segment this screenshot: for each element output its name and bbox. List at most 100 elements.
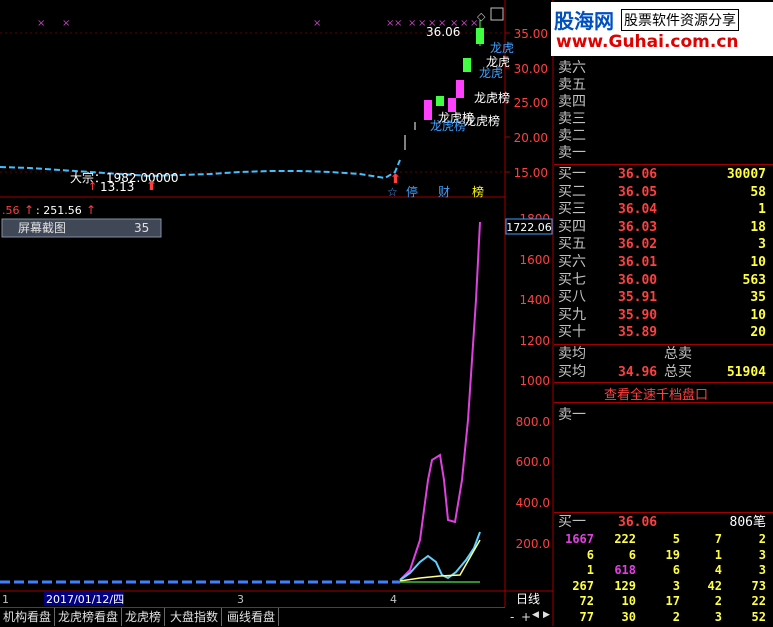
indicator-axis-tick: 1200 <box>519 334 550 348</box>
current-price-label: 36.06 <box>426 25 460 39</box>
indicator-axis-tick: 800.0 <box>516 415 550 429</box>
queue-order-size: 267 <box>572 578 594 593</box>
bid-volume: 10 <box>750 307 766 323</box>
total-bid-volume: 51904 <box>726 365 766 380</box>
dragon-tiger-tag: 龙虎 <box>479 66 503 80</box>
svg-text:×: × <box>37 18 45 29</box>
period-label[interactable]: 日线 <box>516 592 540 606</box>
bid-label: 买一 <box>558 166 586 182</box>
zoom-in-button[interactable]: + <box>521 610 531 624</box>
queue-order-size: 618 <box>614 563 636 577</box>
ask-row[interactable]: 卖一 <box>556 145 770 162</box>
ask-average-label: 卖均 <box>558 346 586 362</box>
divider <box>554 164 773 165</box>
low-marker-icon: ↑ <box>88 180 97 193</box>
price-axis-tick: 30.00 <box>514 62 548 76</box>
bid-volume: 3 <box>758 237 766 253</box>
tab-dragon-tiger[interactable]: 龙虎榜 <box>122 608 166 626</box>
ask-label: 卖二 <box>558 128 586 144</box>
queue-order-size: 3 <box>758 563 766 577</box>
queue-order-size: 3 <box>758 547 766 562</box>
bid-row[interactable]: 买八 35.91 35 <box>556 289 770 306</box>
brand-logo: 股海网 股票软件资源分享 www.Guhai.com.cn <box>551 2 773 56</box>
bid-label: 买六 <box>558 254 586 270</box>
current-indicator-value: 1722.06 <box>506 221 552 234</box>
bid-price: 35.90 <box>618 307 658 323</box>
tab-institution[interactable]: 机构看盘 <box>0 608 56 626</box>
indicator-axis-tick: 1000 <box>519 374 550 388</box>
indicator-axis-tick: 400.0 <box>516 496 550 510</box>
divider <box>554 344 773 345</box>
queue-order-size: 1667 <box>565 532 594 546</box>
bid-row[interactable]: 买三 36.04 1 <box>556 201 770 218</box>
queue-order-size: 1 <box>714 547 722 562</box>
signal-markers: × × × × × × × × × × × × <box>37 18 478 29</box>
bid-row[interactable]: 买九 35.90 10 <box>556 307 770 324</box>
ask-label: 卖六 <box>558 60 586 76</box>
queue-order-size: 6 <box>586 547 594 562</box>
marker-list: 榜 <box>472 184 484 199</box>
bid-volume: 20 <box>750 325 766 341</box>
bid-label: 买三 <box>558 201 586 218</box>
scroll-left-button[interactable]: ◀ <box>532 610 539 620</box>
bid-label: 买九 <box>558 306 586 323</box>
ask-row[interactable]: 卖三 <box>556 111 770 128</box>
queue-order-size: 3 <box>672 578 680 593</box>
indicator-axis-tick: 200.0 <box>516 537 550 551</box>
bid-row[interactable]: 买六 36.01 10 <box>556 254 770 271</box>
price-axis-tick: 25.00 <box>514 96 548 110</box>
queue-order-size: 4 <box>714 563 722 577</box>
queue-order-size: 3 <box>714 609 722 624</box>
bid-row[interactable]: 买一 36.06 30007 <box>556 166 770 183</box>
tab-drawing[interactable]: 画线看盘 <box>224 608 280 626</box>
ask-row[interactable]: 卖四 <box>556 94 770 111</box>
queue-buy-row: 买一 36.06 806笔 <box>556 514 770 531</box>
scroll-right-button[interactable]: ▶ <box>543 610 550 620</box>
price-axis-tick: 15.00 <box>514 166 548 180</box>
ask-row[interactable]: 卖五 <box>556 77 770 94</box>
dragon-tiger-tag: 龙虎榜 <box>464 113 500 128</box>
bid-price: 36.05 <box>618 184 658 200</box>
tab-market-index[interactable]: 大盘指数 <box>167 608 223 626</box>
dragon-tiger-tag: 龙虎榜 <box>430 118 466 133</box>
price-line <box>0 159 401 180</box>
maximize-icon[interactable] <box>490 7 504 21</box>
queue-buy-label: 买一 <box>558 514 586 530</box>
queue-order-size: 52 <box>751 609 766 624</box>
ask-row[interactable]: 卖二 <box>556 128 770 145</box>
dragon-tiger-tag: 龙虎 <box>490 41 514 55</box>
bid-price: 35.91 <box>618 290 658 306</box>
bid-label: 买八 <box>558 289 586 306</box>
bid-price: 36.02 <box>618 237 658 253</box>
bid-row[interactable]: 买五 36.02 3 <box>556 236 770 253</box>
full-depth-link[interactable]: 查看全速千档盘口 <box>604 384 708 403</box>
bid-row[interactable]: 买四 36.03 18 <box>556 219 770 236</box>
queue-order-size: 30 <box>621 609 636 624</box>
bid-label: 买七 <box>558 271 586 288</box>
indicator-line-magenta <box>399 221 481 581</box>
indicator-axis-tick: 600.0 <box>516 455 550 469</box>
brand-url: www.Guhai.com.cn <box>556 32 739 52</box>
time-axis-label: 4 <box>390 593 397 606</box>
indicator-separator: ↑ <box>24 203 34 217</box>
divider <box>554 402 773 403</box>
bid-row[interactable]: 买七 36.00 563 <box>556 272 770 289</box>
queue-order-size: 222 <box>614 532 636 546</box>
brand-tagline: 股票软件资源分享 <box>621 9 739 31</box>
zoom-out-button[interactable]: - <box>510 610 514 624</box>
bid-row[interactable]: 买十 35.89 20 <box>556 324 770 341</box>
indicator-arrow-icon: ↑ <box>86 203 96 217</box>
total-ask-label: 总卖 <box>664 346 692 362</box>
tab-dragon-tiger-board[interactable]: 龙虎榜看盘 <box>55 608 123 626</box>
queue-order-size: 129 <box>614 578 636 593</box>
bid-label: 买十 <box>558 324 586 341</box>
bid-row[interactable]: 买二 36.05 58 <box>556 184 770 201</box>
indicator-line-yellow <box>399 539 481 582</box>
price-axis-tick: 20.00 <box>514 131 548 145</box>
ask-label: 卖一 <box>558 145 586 161</box>
cursor-date: 2017/01/12/四 <box>46 593 124 606</box>
indicator-left-value: .56 <box>2 204 20 217</box>
ask-row[interactable]: 卖六 <box>556 60 770 77</box>
brand-name: 股海网 <box>554 9 614 33</box>
bid-volume: 30007 <box>726 167 766 182</box>
